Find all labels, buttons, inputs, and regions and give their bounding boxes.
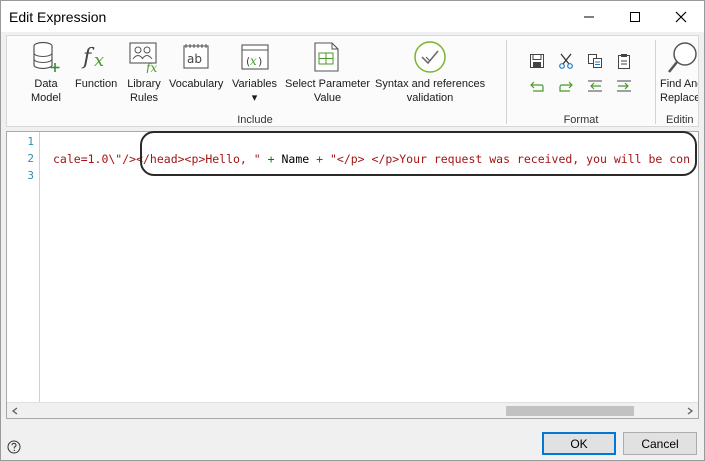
magnifier-icon [665, 40, 698, 74]
variables-icon: ( x ) [238, 40, 272, 74]
window-title: Edit Expression [9, 9, 107, 25]
include-group: Data Model f x Function fx Library Rules… [7, 36, 503, 126]
svg-text:x: x [94, 50, 104, 71]
format-group-label: Format [563, 114, 599, 126]
paste-icon [618, 54, 630, 69]
cut-button[interactable] [555, 51, 577, 71]
svg-text:f: f [81, 45, 95, 70]
horizontal-scrollbar[interactable] [7, 402, 698, 418]
library-rules-icon: fx [127, 40, 161, 74]
indent-icon [617, 80, 631, 92]
scroll-right-button[interactable] [682, 403, 698, 419]
line-number: 2 [27, 152, 34, 165]
library-rules-label: Library Rules [127, 78, 161, 104]
string-literal: cale=1.0\"/></head><p>Hello, " [53, 152, 261, 166]
scroll-thumb[interactable] [506, 406, 634, 416]
vocabulary-icon: ab [179, 40, 213, 74]
concat-operator: + [309, 152, 330, 166]
edit-expression-dialog: Edit Expression Data Model f x Function … [0, 0, 705, 461]
undo-button[interactable] [526, 76, 548, 96]
undo-icon [530, 81, 544, 92]
redo-icon [559, 81, 573, 92]
line-number: 1 [27, 135, 34, 148]
select-parameter-value-label: Select Parameter Value [285, 78, 370, 104]
scissors-icon [559, 53, 573, 69]
validation-check-icon [413, 40, 447, 74]
function-button[interactable]: f x Function [75, 40, 117, 91]
save-icon [530, 54, 544, 68]
paste-button[interactable] [613, 51, 635, 71]
save-button[interactable] [526, 51, 548, 71]
ribbon-toolbar: Data Model f x Function fx Library Rules… [6, 35, 699, 127]
string-literal: "</p> </p>Your request was received, you… [329, 152, 691, 166]
include-group-label: Include [237, 114, 273, 126]
svg-text:): ) [258, 55, 262, 68]
editing-group-label: Editin [666, 114, 694, 126]
copy-button[interactable] [584, 51, 606, 71]
expression-editor[interactable]: 1 2 3 cale=1.0\"/></head><p>Hello, " + N… [6, 131, 699, 419]
svg-text:fx: fx [145, 61, 157, 73]
function-label: Function [75, 78, 118, 90]
database-icon [29, 40, 63, 74]
editing-group: Find And Replace Editin [656, 36, 699, 126]
maximize-button[interactable] [612, 1, 658, 32]
copy-icon [588, 54, 602, 68]
data-model-button[interactable]: Data Model [29, 40, 63, 105]
cancel-button[interactable]: Cancel [623, 432, 697, 455]
data-model-label: Data Model [31, 78, 61, 104]
outdent-button[interactable] [584, 76, 606, 96]
code-line-2: cale=1.0\"/></head><p>Hello, " + Name + … [53, 152, 690, 166]
vocabulary-button[interactable]: ab Vocabulary [169, 40, 223, 91]
redo-button[interactable] [555, 76, 577, 96]
concat-operator: + [260, 152, 282, 166]
library-rules-button[interactable]: fx Library Rules [127, 40, 161, 105]
find-and-replace-button[interactable]: Find And Replace [660, 40, 699, 105]
title-bar: Edit Expression [1, 1, 704, 32]
close-icon [675, 11, 687, 22]
select-parameter-value-button[interactable]: Select Parameter Value [285, 40, 370, 105]
syntax-validation-button[interactable]: Syntax and references validation [375, 40, 485, 105]
function-icon: f x [79, 40, 113, 74]
identifier: Name [281, 152, 310, 166]
question-circle-icon[interactable] [7, 440, 21, 454]
ok-button[interactable]: OK [542, 432, 616, 455]
variables-label: Variables ▾ [232, 78, 278, 104]
code-text-area[interactable]: cale=1.0\"/></head><p>Hello, " + Name + … [41, 132, 698, 404]
minimize-button[interactable] [566, 1, 612, 32]
syntax-validation-label: Syntax and references validation [375, 78, 486, 104]
find-and-replace-label: Find And Replace [660, 78, 699, 104]
scroll-left-button[interactable] [7, 403, 23, 419]
chevron-left-icon [11, 407, 18, 415]
line-number: 3 [27, 169, 34, 182]
parameter-table-icon [310, 40, 344, 74]
maximize-icon [630, 11, 640, 22]
svg-text:ab: ab [187, 52, 202, 66]
format-group: Format [507, 36, 655, 126]
line-number-gutter: 1 2 3 [7, 132, 40, 404]
vocabulary-label: Vocabulary [169, 78, 224, 90]
svg-text:x: x [250, 54, 257, 68]
outdent-icon [588, 80, 602, 92]
indent-button[interactable] [613, 76, 635, 96]
variables-button[interactable]: ( x ) Variables ▾ [232, 40, 277, 105]
close-button[interactable] [658, 1, 704, 32]
minimize-icon [584, 16, 594, 17]
chevron-right-icon [687, 407, 694, 415]
